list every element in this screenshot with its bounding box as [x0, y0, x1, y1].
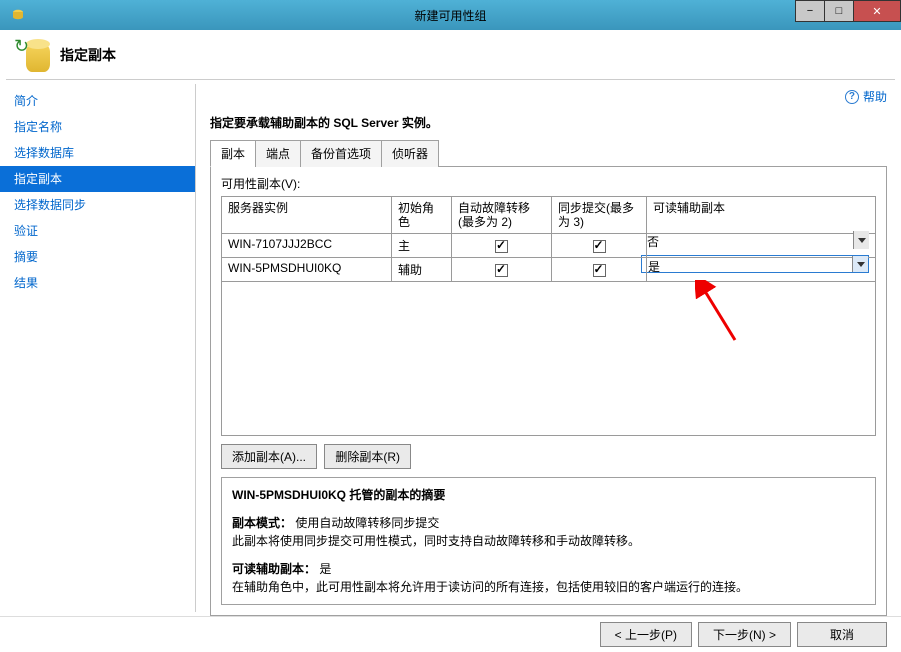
cancel-button[interactable]: 取消	[797, 622, 887, 647]
wizard-header: ↻ 指定副本	[6, 30, 895, 80]
page-heading: 指定副本	[60, 45, 116, 65]
remove-replica-button[interactable]: 删除副本(R)	[324, 444, 411, 469]
cell-server: WIN-5PMSDHUI0KQ	[222, 258, 392, 282]
col-sync-commit: 同步提交(最多为 3)	[552, 197, 647, 234]
wizard-icon: ↻	[16, 38, 50, 72]
sidebar-item-replicas[interactable]: 指定副本	[0, 166, 195, 192]
grid-row[interactable]: WIN-5PMSDHUI0KQ 辅助 是	[222, 258, 876, 282]
summary-mode-value: 使用自动故障转移同步提交	[295, 516, 439, 530]
cell-readable[interactable]: 是	[647, 258, 876, 282]
title-bar: 新建可用性组 − □ ✕	[0, 0, 901, 30]
summary-title: WIN-5PMSDHUI0KQ 托管的副本的摘要	[232, 486, 865, 504]
grid-caption: 可用性副本(V):	[221, 175, 876, 192]
grid-row[interactable]: WIN-7107JJJ2BCC 主 否	[222, 234, 876, 258]
app-icon	[6, 3, 30, 27]
cell-role: 主	[392, 234, 452, 258]
checkbox-icon[interactable]	[495, 264, 508, 277]
col-role: 初始角色	[392, 197, 452, 234]
checkbox-icon[interactable]	[593, 240, 606, 253]
body: 简介 指定名称 选择数据库 指定副本 选择数据同步 验证 摘要 结果 ? 帮助 …	[0, 80, 901, 616]
tab-listener[interactable]: 侦听器	[381, 140, 439, 167]
sidebar-item-name[interactable]: 指定名称	[0, 114, 195, 140]
add-replica-button[interactable]: 添加副本(A)...	[221, 444, 317, 469]
col-readable: 可读辅助副本	[647, 197, 876, 234]
help-link[interactable]: ? 帮助	[845, 88, 887, 105]
summary-readable-value: 是	[319, 562, 331, 576]
sidebar-item-intro[interactable]: 简介	[0, 88, 195, 114]
cell-sync-commit[interactable]	[552, 234, 647, 258]
replica-grid[interactable]: 服务器实例 初始角色 自动故障转移(最多为 2) 同步提交(最多为 3) 可读辅…	[221, 196, 876, 282]
summary-readable-desc: 在辅助角色中，此可用性副本将允许用于读访问的所有连接，包括使用较旧的客户端运行的…	[232, 578, 865, 596]
sidebar-item-select-db[interactable]: 选择数据库	[0, 140, 195, 166]
summary-mode-desc: 此副本将使用同步提交可用性模式，同时支持自动故障转移和手动故障转移。	[232, 532, 865, 550]
checkbox-icon[interactable]	[495, 240, 508, 253]
tab-row: 副本 端点 备份首选项 侦听器	[210, 139, 887, 167]
sidebar-item-validation[interactable]: 验证	[0, 218, 195, 244]
readable-dropdown[interactable]: 是	[641, 255, 869, 273]
tab-replicas[interactable]: 副本	[210, 140, 256, 167]
cell-readable[interactable]: 否	[647, 234, 876, 258]
next-button[interactable]: 下一步(N) >	[698, 622, 791, 647]
summary-mode-label: 副本模式：	[232, 516, 292, 530]
wizard-footer: < 上一步(P) 下一步(N) > 取消	[0, 616, 901, 652]
wizard-steps-sidebar: 简介 指定名称 选择数据库 指定副本 选择数据同步 验证 摘要 结果	[0, 80, 195, 616]
tab-endpoints[interactable]: 端点	[255, 140, 301, 167]
grid-header-row: 服务器实例 初始角色 自动故障转移(最多为 2) 同步提交(最多为 3) 可读辅…	[222, 197, 876, 234]
cell-sync-commit[interactable]	[552, 258, 647, 282]
cell-auto-failover[interactable]	[452, 234, 552, 258]
help-icon: ?	[845, 90, 859, 104]
instruction-text: 指定要承载辅助副本的 SQL Server 实例。	[210, 114, 887, 131]
cell-role: 辅助	[392, 258, 452, 282]
replica-summary: WIN-5PMSDHUI0KQ 托管的副本的摘要 副本模式： 使用自动故障转移同…	[221, 477, 876, 605]
main-panel: ? 帮助 指定要承载辅助副本的 SQL Server 实例。 副本 端点 备份首…	[196, 80, 901, 616]
checkbox-icon[interactable]	[593, 264, 606, 277]
prev-button[interactable]: < 上一步(P)	[600, 622, 692, 647]
sidebar-item-results[interactable]: 结果	[0, 270, 195, 296]
col-auto-failover: 自动故障转移(最多为 2)	[452, 197, 552, 234]
sidebar-item-data-sync[interactable]: 选择数据同步	[0, 192, 195, 218]
readable-dropdown[interactable]: 否	[641, 231, 869, 249]
tab-panel-replicas: 可用性副本(V): 服务器实例 初始角色 自动故障转移(最多为 2) 同步提交(…	[210, 167, 887, 616]
sidebar-item-summary[interactable]: 摘要	[0, 244, 195, 270]
chevron-down-icon[interactable]	[852, 256, 868, 272]
col-server: 服务器实例	[222, 197, 392, 234]
window-controls: − □ ✕	[796, 0, 901, 22]
close-button[interactable]: ✕	[853, 0, 901, 22]
window-title: 新建可用性组	[0, 7, 901, 24]
minimize-button[interactable]: −	[795, 0, 825, 22]
maximize-button[interactable]: □	[824, 0, 854, 22]
summary-readable-label: 可读辅助副本：	[232, 562, 316, 576]
cell-auto-failover[interactable]	[452, 258, 552, 282]
chevron-down-icon[interactable]	[853, 231, 869, 249]
replica-buttons: 添加副本(A)... 删除副本(R)	[221, 444, 876, 469]
tab-backup-prefs[interactable]: 备份首选项	[300, 140, 382, 167]
help-label: 帮助	[863, 88, 887, 105]
cell-server: WIN-7107JJJ2BCC	[222, 234, 392, 258]
grid-empty-area	[221, 282, 876, 436]
